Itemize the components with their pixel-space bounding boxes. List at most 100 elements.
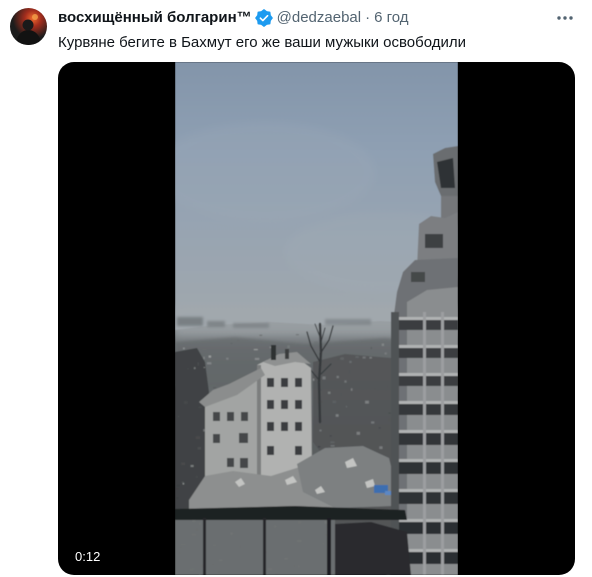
debris-speck bbox=[175, 488, 179, 490]
debris-speck bbox=[314, 341, 318, 344]
debris-speck bbox=[197, 447, 201, 450]
building-floors-part bbox=[399, 519, 458, 522]
tweet-header: восхищённый болгарин™ @dedzaebal · 6 год bbox=[58, 8, 409, 28]
building-windows-part bbox=[267, 378, 274, 387]
building-floors-part bbox=[399, 522, 458, 534]
author-handle[interactable]: @dedzaebal bbox=[277, 8, 361, 28]
debris-speck bbox=[236, 339, 240, 342]
debris-speck bbox=[345, 406, 347, 408]
building-windows-part bbox=[281, 400, 288, 409]
building-windows-part bbox=[240, 458, 248, 468]
debris-speck bbox=[378, 427, 381, 429]
debris-speck bbox=[344, 380, 347, 383]
debris-speck bbox=[267, 345, 269, 347]
debris-speck bbox=[340, 357, 344, 360]
video-player[interactable]: 0:12 bbox=[58, 62, 575, 575]
debris-speck bbox=[259, 334, 263, 336]
debris-speck bbox=[213, 387, 217, 389]
debris-speck bbox=[269, 346, 272, 349]
debris-speck bbox=[176, 484, 180, 487]
debris-speck bbox=[330, 441, 335, 444]
distant-ruins-part bbox=[325, 319, 371, 325]
debris-speck bbox=[181, 462, 186, 466]
debris-speck bbox=[253, 349, 258, 351]
debris-speck bbox=[388, 412, 391, 414]
debris-speck bbox=[187, 446, 190, 449]
building-windows-part bbox=[227, 458, 234, 467]
building-windows-part bbox=[295, 422, 302, 431]
ruined-building-center-part bbox=[285, 349, 289, 359]
building-floors-part bbox=[399, 348, 458, 358]
debris-speck bbox=[373, 388, 376, 390]
debris-speck bbox=[203, 356, 205, 360]
video-scene bbox=[175, 62, 458, 575]
verified-badge-icon bbox=[254, 9, 273, 27]
debris-speck bbox=[287, 345, 290, 349]
building-windows-part bbox=[267, 422, 274, 431]
building-floors-part bbox=[399, 317, 458, 320]
debris-speck bbox=[230, 342, 233, 344]
debris-speck bbox=[184, 401, 188, 404]
ruined-building-center-part bbox=[257, 365, 261, 480]
avatar[interactable] bbox=[10, 8, 47, 45]
more-horizontal-icon-part bbox=[569, 16, 573, 20]
debris-speck bbox=[207, 362, 212, 365]
debris-speck bbox=[329, 435, 332, 437]
debris-speck bbox=[187, 368, 189, 370]
building-windows-part bbox=[267, 400, 274, 409]
debris-speck bbox=[350, 388, 353, 391]
debris-speck bbox=[332, 400, 337, 404]
debris-speck bbox=[379, 446, 383, 449]
building-windows-part bbox=[267, 446, 274, 455]
debris-speck bbox=[195, 436, 200, 439]
building-floors-part bbox=[399, 459, 458, 462]
tweet-text: Курвяне бегите в Бахмут его же ваши мужы… bbox=[58, 34, 466, 51]
debris-speck bbox=[330, 445, 335, 447]
debris-speck bbox=[336, 375, 339, 379]
building-floors-part bbox=[399, 489, 458, 492]
debris-speck bbox=[203, 366, 206, 368]
debris-speck bbox=[362, 356, 366, 359]
debris-speck bbox=[176, 497, 179, 500]
tweet-timestamp[interactable]: 6 год bbox=[374, 8, 408, 28]
building-windows-part bbox=[295, 400, 302, 409]
building-floors-part bbox=[399, 404, 458, 415]
distant-ruins-part bbox=[233, 323, 269, 328]
building-windows-part bbox=[295, 446, 302, 455]
debris-speck bbox=[190, 465, 194, 467]
building-windows-part bbox=[295, 378, 302, 387]
building-floors-part bbox=[399, 433, 458, 445]
building-floors-part bbox=[399, 376, 458, 386]
debris-speck bbox=[338, 411, 341, 414]
debris-speck bbox=[312, 378, 315, 381]
building-windows-part bbox=[239, 433, 248, 443]
debris-speck bbox=[371, 421, 375, 424]
debris-speck bbox=[356, 431, 360, 435]
building-floors-part bbox=[423, 312, 426, 575]
debris-speck bbox=[369, 356, 372, 359]
tweet[interactable]: восхищённый болгарин™ @dedzaebal · 6 год… bbox=[0, 0, 592, 577]
verified-badge-icon-part bbox=[254, 9, 273, 27]
building-windows-part bbox=[227, 412, 234, 421]
debris-speck bbox=[381, 343, 385, 346]
avatar-image-part bbox=[22, 19, 34, 31]
author-display-name[interactable]: восхищённый болгарин™ bbox=[58, 8, 252, 28]
distant-ruins-part bbox=[207, 321, 225, 327]
foreground-debris bbox=[175, 518, 335, 575]
more-horizontal-icon-part bbox=[557, 16, 561, 20]
foreground-debris-part bbox=[175, 518, 335, 575]
debris-speck bbox=[254, 357, 260, 360]
building-windows-part bbox=[241, 412, 248, 421]
debris-speck bbox=[322, 376, 326, 380]
debris-speck bbox=[386, 385, 388, 388]
debris-speck bbox=[178, 415, 179, 418]
debris-speck bbox=[335, 414, 339, 417]
debris-speck bbox=[183, 347, 185, 350]
ruined-building-right-part bbox=[425, 234, 443, 248]
debris-speck bbox=[327, 391, 331, 394]
debris-speck bbox=[208, 355, 212, 358]
more-options-button[interactable] bbox=[554, 8, 576, 28]
debris-speck bbox=[340, 393, 342, 396]
building-floors-part bbox=[399, 492, 458, 504]
debris-speck bbox=[365, 400, 369, 404]
